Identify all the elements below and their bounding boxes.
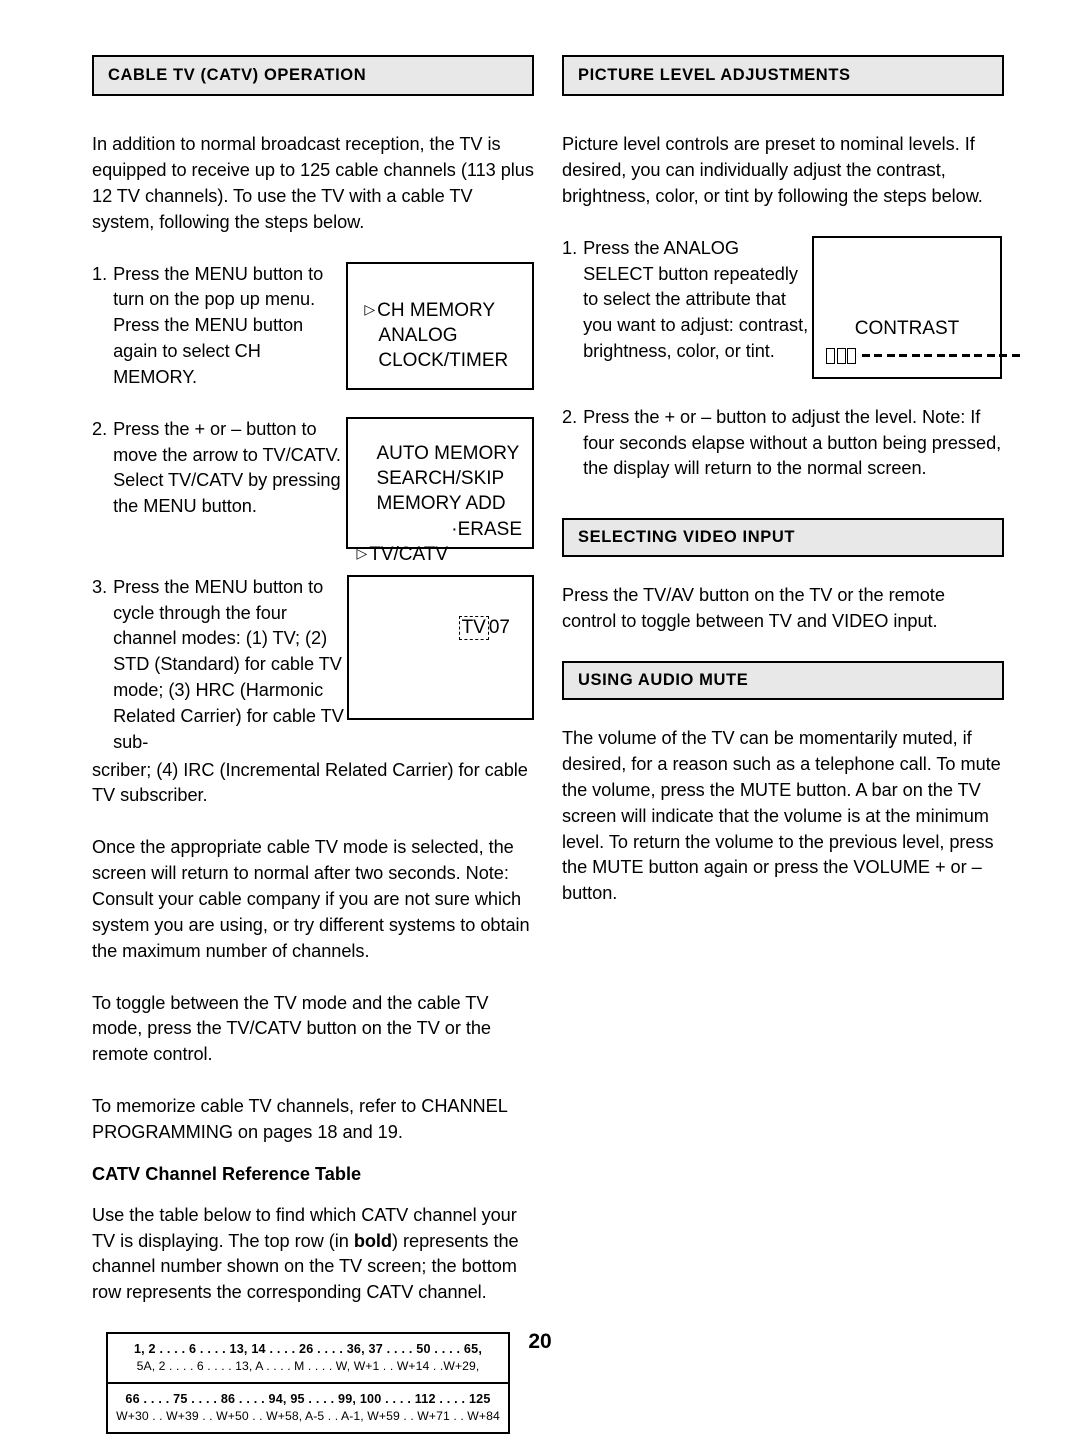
osd-menu-item-label: ·ERASE <box>451 518 522 540</box>
section-header-selecting-video-input: SELECTING VIDEO INPUT <box>562 518 1004 558</box>
catv-table-heading: CATV Channel Reference Table <box>92 1163 362 1184</box>
section-header-cable-tv: CABLE TV (CATV) OPERATION <box>92 55 534 97</box>
level-block-icon <box>826 347 835 364</box>
catv-channel-row: W+30 . . W+39 . . W+50 . . W+58, A-5 . .… <box>116 1409 500 1424</box>
picture-step-1-text: 1. Press the ANALOG SELECT button repeat… <box>562 236 812 365</box>
step-2-row: 2. Press the + or – button to move the a… <box>92 416 534 565</box>
osd-menu-item-ch-memory: ▷ CH MEMORY <box>364 298 532 323</box>
dash-icon <box>886 354 895 357</box>
dash-icon <box>986 354 995 357</box>
osd-channel-readout: TV 07 <box>458 615 510 640</box>
step-1-row: 1. Press the MENU button to turn on the … <box>92 261 534 391</box>
osd-menu-item-label: CH MEMORY <box>377 299 496 321</box>
toggle-mode-paragraph: To toggle between the TV mode and the ca… <box>92 992 491 1065</box>
osd-channel-number: 07 <box>488 616 510 638</box>
picture-step-1-number: 1. <box>562 237 578 258</box>
dash-icon <box>936 354 945 357</box>
dash-icon <box>924 354 932 357</box>
step-3-continuation: scriber; (4) IRC (Incremental Related Ca… <box>92 759 528 806</box>
osd-menu-item-erase: ·ERASE <box>356 517 532 542</box>
dash-icon <box>961 354 970 357</box>
osd-menu-item-memory-add: MEMORY ADD <box>356 491 532 516</box>
section-header-using-audio-mute: USING AUDIO MUTE <box>562 661 1004 701</box>
table-row: 66 . . . . 75 . . . . 86 . . . . 94, 95 … <box>108 1382 508 1432</box>
picture-step-1-body: Press the ANALOG SELECT button repeatedl… <box>583 237 809 362</box>
dash-icon <box>911 354 920 357</box>
section-header-picture-level: PICTURE LEVEL ADJUSTMENTS <box>562 55 1004 97</box>
catv-channel-row: 5A, 2 . . . . 6 . . . . 13, A . . . . M … <box>136 1359 480 1374</box>
osd-main-menu-box: ▷ CH MEMORY ANALOG CLOCK/TIMER <box>346 261 534 390</box>
picture-step-1-row: 1. Press the ANALOG SELECT button repeat… <box>562 235 1020 379</box>
dash-icon <box>899 354 907 357</box>
catv-table-intro-paragraph: Use the table below to find which CATV c… <box>92 1203 534 1306</box>
osd-ch-memory-menu-box: AUTO MEMORY SEARCH/SKIP MEMORY ADD ·ERAS… <box>346 416 534 565</box>
two-column-layout: CABLE TV (CATV) OPERATION In addition to… <box>92 55 1020 1434</box>
dash-icon <box>974 354 982 357</box>
osd-menu-item-label: MEMORY ADD <box>376 493 506 515</box>
memorize-channels-paragraph: To memorize cable TV channels, refer to … <box>92 1096 508 1142</box>
osd-contrast-level-bar <box>826 347 1025 364</box>
page-number: 20 <box>528 1330 552 1353</box>
osd-tv-channel-display-box: TV 07 <box>346 574 534 720</box>
picture-level-intro-paragraph: Picture level controls are preset to nom… <box>562 134 983 206</box>
osd-menu-item-tv-catv: ▷ TV/CATV <box>356 542 532 567</box>
picture-step-2-number: 2. <box>562 406 578 427</box>
osd-menu-item-clock-timer: CLOCK/TIMER <box>364 348 532 373</box>
osd-menu-item-auto-memory: AUTO MEMORY <box>356 441 532 466</box>
selecting-video-input-paragraph: Press the TV/AV button on the TV or the … <box>562 585 945 632</box>
osd-menu-item-search-skip: SEARCH/SKIP <box>356 466 532 491</box>
step-1-body: Press the MENU button to turn on the pop… <box>113 263 324 387</box>
selection-arrow-icon: ▷ <box>364 300 376 317</box>
right-column: PICTURE LEVEL ADJUSTMENTS Picture level … <box>562 55 1020 907</box>
osd-menu-item-label: ANALOG <box>378 324 458 346</box>
step-2-number: 2. <box>92 418 108 439</box>
dash-icon <box>1011 354 1020 357</box>
using-audio-mute-paragraph: The volume of the TV can be momentarily … <box>562 728 1001 904</box>
catv-table-intro-bold-word: bold <box>353 1230 392 1251</box>
dash-icon <box>861 354 870 357</box>
dash-icon <box>949 354 957 357</box>
cable-tv-intro-paragraph: In addition to normal broadcast receptio… <box>92 134 534 232</box>
level-block-icon <box>847 347 856 364</box>
osd-menu-item-label: CLOCK/TIMER <box>378 350 509 372</box>
dash-icon <box>874 354 882 357</box>
step-3-row: 3. Press the MENU button to cycle throug… <box>92 574 534 756</box>
step-3-text: 3. Press the MENU button to cycle throug… <box>92 575 347 756</box>
cable-mode-note-paragraph: Once the appropriate cable TV mode is se… <box>92 837 530 961</box>
osd-menu-item-label: SEARCH/SKIP <box>376 468 505 489</box>
manual-page: CABLE TV (CATV) OPERATION In addition to… <box>0 0 1080 1434</box>
osd-contrast-display-box: CONTRAST <box>812 235 1020 379</box>
step-1-text: 1. Press the MENU button to turn on the … <box>92 262 346 391</box>
level-block-icon <box>836 347 846 364</box>
osd-contrast-label: CONTRAST <box>854 317 960 339</box>
picture-step-2-body: Press the + or – button to adjust the le… <box>583 406 1002 479</box>
osd-menu-item-label: AUTO MEMORY <box>376 442 520 464</box>
selection-arrow-icon: ▷ <box>356 544 368 561</box>
step-3-body: Press the MENU button to cycle through t… <box>113 576 344 752</box>
osd-mode-badge: TV <box>458 615 489 640</box>
step-2-body: Press the + or – button to move the arro… <box>113 418 341 517</box>
level-remaining-dashes <box>861 354 1025 357</box>
picture-step-2-text: 2. Press the + or – button to adjust the… <box>562 405 1004 483</box>
dash-icon <box>999 354 1007 357</box>
step-2-text: 2. Press the + or – button to move the a… <box>92 417 346 520</box>
osd-menu-item-analog: ANALOG <box>364 323 532 348</box>
tv-channel-row: 66 . . . . 75 . . . . 86 . . . . 94, 95 … <box>125 1392 491 1407</box>
osd-menu-item-label: TV/CATV <box>369 543 449 565</box>
left-column: CABLE TV (CATV) OPERATION In addition to… <box>92 55 534 1434</box>
step-3-number: 3. <box>92 576 108 597</box>
step-1-number: 1. <box>92 263 108 284</box>
